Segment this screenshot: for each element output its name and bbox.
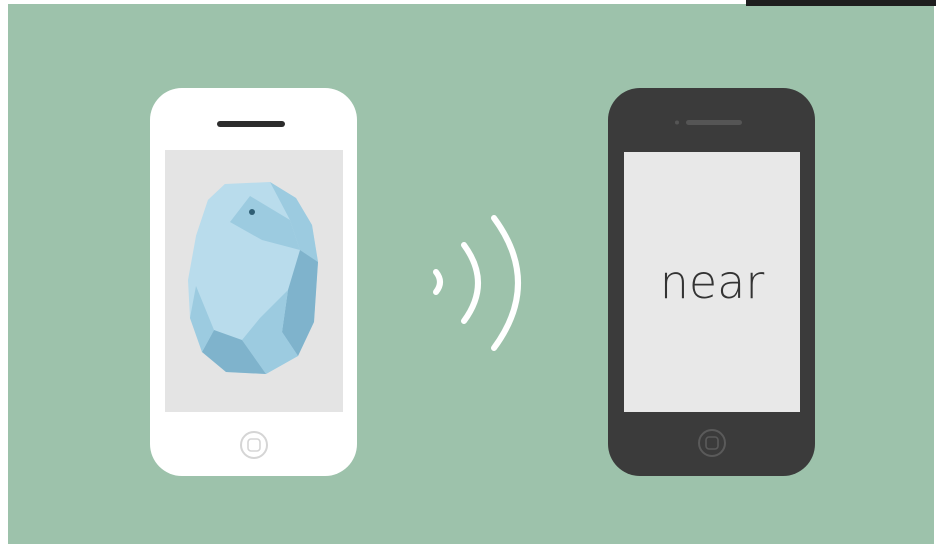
white-phone [150,88,357,476]
screen-text: near [660,255,765,309]
estimote-beacon-icon [188,182,318,374]
white-phone-camera [224,121,230,127]
corner-tab [746,0,936,6]
illustration: near [0,0,936,548]
black-phone-speaker [686,120,742,125]
illustration-canvas: near [0,0,936,548]
black-phone: near [608,88,815,476]
black-phone-camera [675,120,679,125]
